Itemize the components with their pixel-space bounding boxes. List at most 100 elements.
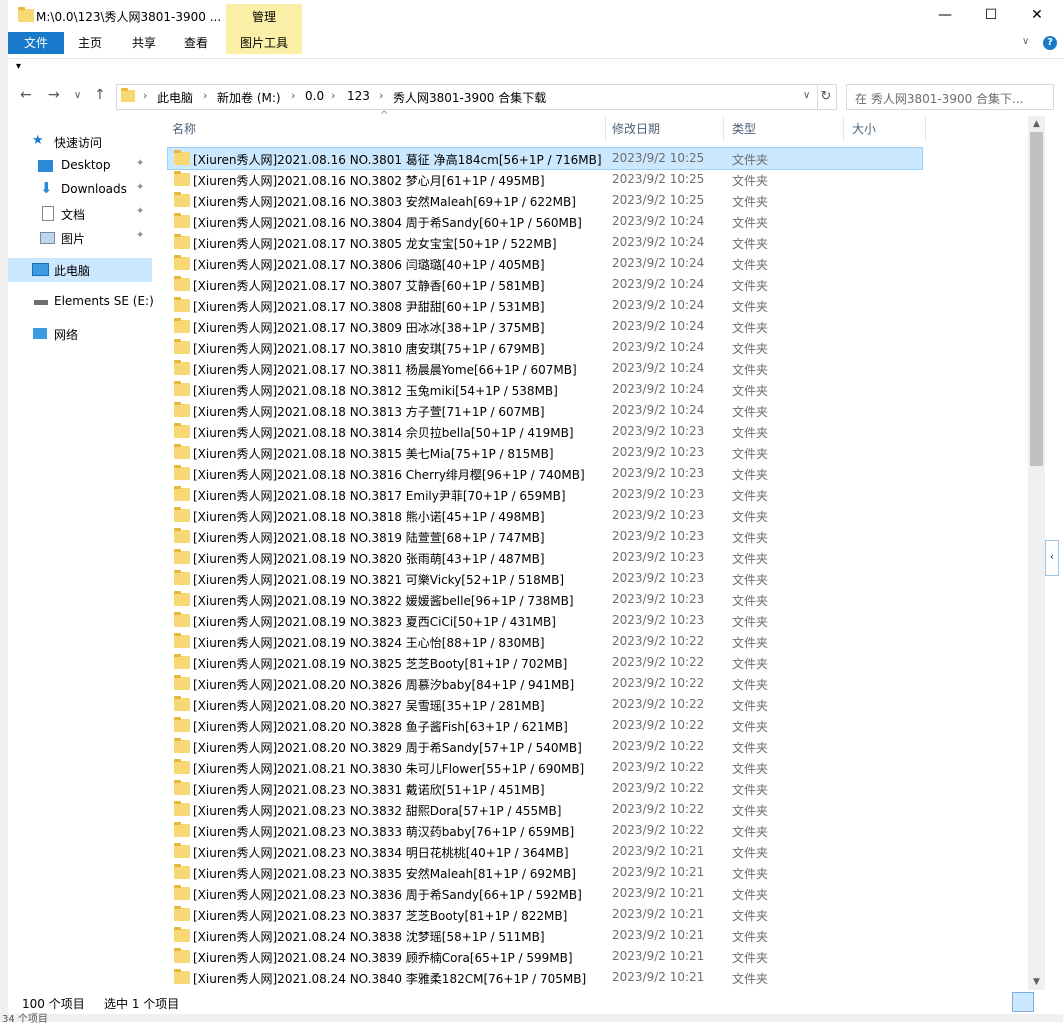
breadcrumb-this-pc[interactable]: 此电脑 xyxy=(157,89,193,106)
back-button[interactable]: ← xyxy=(20,87,32,103)
search-input[interactable]: 在 秀人网3801-3900 合集下... xyxy=(846,84,1054,110)
sidebar-item-downloads[interactable]: ⬇ Downloads ✦ xyxy=(8,178,152,202)
tab-home[interactable]: 主页 xyxy=(66,32,114,54)
table-row[interactable]: [Xiuren秀人网]2021.08.23 NO.3834 明日花桃桃[40+1… xyxy=(168,841,922,862)
breadcrumb-separator[interactable]: › xyxy=(143,89,147,102)
table-row[interactable]: [Xiuren秀人网]2021.08.24 NO.3839 顾乔楠Cora[65… xyxy=(168,946,922,967)
breadcrumb-folder-123[interactable]: 123 xyxy=(347,89,370,103)
vertical-scrollbar[interactable]: ▲ ▼ xyxy=(1028,116,1045,990)
recent-locations-button[interactable]: ∨ xyxy=(74,90,81,101)
forward-button[interactable]: → xyxy=(48,87,60,103)
table-row[interactable]: [Xiuren秀人网]2021.08.18 NO.3812 玉兔miki[54+… xyxy=(168,379,922,400)
table-row[interactable]: [Xiuren秀人网]2021.08.23 NO.3832 甜熙Dora[57+… xyxy=(168,799,922,820)
minimize-button[interactable]: — xyxy=(922,0,968,30)
table-row[interactable]: [Xiuren秀人网]2021.08.19 NO.3825 芝芝Booty[81… xyxy=(168,652,922,673)
column-name[interactable]: 名称 xyxy=(164,116,606,142)
table-row[interactable]: [Xiuren秀人网]2021.08.18 NO.3814 佘贝拉bella[5… xyxy=(168,421,922,442)
title-bar[interactable]: M:\0.0\123\秀人网3801-3900 ... 管理 — ☐ ✕ xyxy=(8,0,1063,32)
pin-icon[interactable]: ✦ xyxy=(136,182,144,193)
column-type[interactable]: 类型 xyxy=(724,116,844,142)
table-row[interactable]: [Xiuren秀人网]2021.08.20 NO.3826 周慕汐baby[84… xyxy=(168,673,922,694)
breadcrumb-current-folder[interactable]: 秀人网3801-3900 合集下载 xyxy=(393,89,546,106)
sidebar-item-pictures[interactable]: 图片 ✦ xyxy=(8,226,152,250)
table-row[interactable]: [Xiuren秀人网]2021.08.23 NO.3835 安然Maleah[8… xyxy=(168,862,922,883)
table-row[interactable]: [Xiuren秀人网]2021.08.19 NO.3824 王心怡[88+1P … xyxy=(168,631,922,652)
table-row[interactable]: [Xiuren秀人网]2021.08.16 NO.3802 梦心月[61+1P … xyxy=(168,169,922,190)
table-row[interactable]: [Xiuren秀人网]2021.08.16 NO.3803 安然Maleah[6… xyxy=(168,190,922,211)
column-size[interactable]: 大小 xyxy=(844,116,926,142)
pin-icon[interactable]: ✦ xyxy=(136,230,144,241)
table-row[interactable]: [Xiuren秀人网]2021.08.17 NO.3807 艾静香[60+1P … xyxy=(168,274,922,295)
breadcrumb-folder-00[interactable]: 0.0 xyxy=(305,89,324,103)
table-row[interactable]: [Xiuren秀人网]2021.08.18 NO.3816 Cherry绯月樱[… xyxy=(168,463,922,484)
table-row[interactable]: [Xiuren秀人网]2021.08.16 NO.3804 周于希Sandy[6… xyxy=(168,211,922,232)
table-row[interactable]: [Xiuren秀人网]2021.08.19 NO.3820 张雨萌[43+1P … xyxy=(168,547,922,568)
pin-icon[interactable]: ✦ xyxy=(136,206,144,217)
table-row[interactable]: [Xiuren秀人网]2021.08.17 NO.3805 龙女宝宝[50+1P… xyxy=(168,232,922,253)
table-row[interactable]: [Xiuren秀人网]2021.08.23 NO.3836 周于希Sandy[6… xyxy=(168,883,922,904)
table-row[interactable]: [Xiuren秀人网]2021.08.23 NO.3831 戴诺欣[51+1P … xyxy=(168,778,922,799)
tab-picture-tools[interactable]: 图片工具 xyxy=(226,32,302,54)
breadcrumb-separator[interactable]: › xyxy=(291,89,295,102)
sidebar-item-this-pc[interactable]: 此电脑 xyxy=(8,258,152,282)
ribbon-context-tab-manage[interactable]: 管理 xyxy=(226,4,302,30)
table-row[interactable]: [Xiuren秀人网]2021.08.23 NO.3833 萌汉药baby[76… xyxy=(168,820,922,841)
table-row[interactable]: [Xiuren秀人网]2021.08.24 NO.3838 沈梦瑶[58+1P … xyxy=(168,925,922,946)
file-date: 2023/9/2 10:25 xyxy=(612,193,705,207)
table-row[interactable]: [Xiuren秀人网]2021.08.18 NO.3818 熊小诺[45+1P … xyxy=(168,505,922,526)
table-row[interactable]: [Xiuren秀人网]2021.08.18 NO.3819 陆萱萱[68+1P … xyxy=(168,526,922,547)
tab-file[interactable]: 文件 xyxy=(8,32,64,54)
table-row[interactable]: [Xiuren秀人网]2021.08.17 NO.3810 唐安琪[75+1P … xyxy=(168,337,922,358)
address-bar[interactable]: › 此电脑 › 新加卷 (M:) › 0.0 › 123 › 秀人网3801-3… xyxy=(116,84,818,110)
breadcrumb-separator[interactable]: › xyxy=(331,89,335,102)
table-row[interactable]: [Xiuren秀人网]2021.08.19 NO.3822 媛媛酱belle[9… xyxy=(168,589,922,610)
file-type: 文件夹 xyxy=(732,909,769,923)
table-row[interactable]: [Xiuren秀人网]2021.08.24 NO.3840 李雅柔182CM[7… xyxy=(168,967,922,988)
large-icons-view-button[interactable] xyxy=(1036,992,1056,1010)
sidebar-item-network[interactable]: 网络 xyxy=(8,322,152,346)
column-date-modified[interactable]: 修改日期 xyxy=(604,116,724,142)
tab-view[interactable]: 查看 xyxy=(172,32,220,54)
details-pane-toggle[interactable]: ‹ xyxy=(1045,540,1059,576)
sidebar-item-elements-se[interactable]: Elements SE (E:) xyxy=(8,290,154,314)
table-row[interactable]: [Xiuren秀人网]2021.08.23 NO.3837 芝芝Booty[81… xyxy=(168,904,922,925)
table-row[interactable]: [Xiuren秀人网]2021.08.20 NO.3828 鱼子酱Fish[63… xyxy=(168,715,922,736)
folder-icon xyxy=(174,780,190,795)
table-row[interactable]: [Xiuren秀人网]2021.08.20 NO.3829 周于希Sandy[5… xyxy=(168,736,922,757)
sidebar-item-desktop[interactable]: Desktop ✦ xyxy=(8,154,152,178)
details-view-button[interactable] xyxy=(1012,992,1034,1012)
table-row[interactable]: [Xiuren秀人网]2021.08.18 NO.3815 美七Mia[75+1… xyxy=(168,442,922,463)
up-button[interactable]: ↑ xyxy=(94,87,106,103)
qat-dropdown-icon[interactable]: ▾ xyxy=(16,61,21,72)
refresh-button[interactable]: ↻ xyxy=(816,84,837,110)
breadcrumb-volume[interactable]: 新加卷 (M:) xyxy=(217,89,281,106)
breadcrumb-separator[interactable]: › xyxy=(203,89,207,102)
scrollbar-thumb[interactable] xyxy=(1030,132,1043,466)
close-button[interactable]: ✕ xyxy=(1014,0,1060,30)
table-row[interactable]: [Xiuren秀人网]2021.08.16 NO.3801 葛征 净高184cm… xyxy=(167,147,923,170)
pin-icon[interactable]: ✦ xyxy=(136,158,144,169)
file-date: 2023/9/2 10:24 xyxy=(612,403,705,417)
sidebar-item-documents[interactable]: 文档 ✦ xyxy=(8,202,152,226)
sidebar-item-quick-access[interactable]: ★ 快速访问 xyxy=(8,130,152,154)
table-row[interactable]: [Xiuren秀人网]2021.08.17 NO.3808 尹甜甜[60+1P … xyxy=(168,295,922,316)
folder-icon xyxy=(174,486,190,501)
table-row[interactable]: [Xiuren秀人网]2021.08.17 NO.3806 闫璐璐[40+1P … xyxy=(168,253,922,274)
help-icon[interactable]: ? xyxy=(1043,36,1057,50)
table-row[interactable]: [Xiuren秀人网]2021.08.19 NO.3821 可樂Vicky[52… xyxy=(168,568,922,589)
chevron-down-icon[interactable]: ∨ xyxy=(1022,36,1029,47)
table-row[interactable]: [Xiuren秀人网]2021.08.17 NO.3811 杨晨晨Yome[66… xyxy=(168,358,922,379)
table-row[interactable]: [Xiuren秀人网]2021.08.17 NO.3809 田冰冰[38+1P … xyxy=(168,316,922,337)
address-dropdown-icon[interactable]: ∨ xyxy=(803,90,810,101)
folder-icon xyxy=(174,171,190,186)
table-row[interactable]: [Xiuren秀人网]2021.08.20 NO.3827 吴雪瑶[35+1P … xyxy=(168,694,922,715)
maximize-button[interactable]: ☐ xyxy=(968,0,1014,30)
breadcrumb-separator[interactable]: › xyxy=(379,89,383,102)
scroll-up-icon[interactable]: ▲ xyxy=(1028,116,1045,132)
scroll-down-icon[interactable]: ▼ xyxy=(1028,974,1045,990)
table-row[interactable]: [Xiuren秀人网]2021.08.19 NO.3823 夏西CiCi[50+… xyxy=(168,610,922,631)
tab-share[interactable]: 共享 xyxy=(120,32,168,54)
table-row[interactable]: [Xiuren秀人网]2021.08.21 NO.3830 朱可儿Flower[… xyxy=(168,757,922,778)
table-row[interactable]: [Xiuren秀人网]2021.08.18 NO.3817 Emily尹菲[70… xyxy=(168,484,922,505)
table-row[interactable]: [Xiuren秀人网]2021.08.18 NO.3813 方子萱[71+1P … xyxy=(168,400,922,421)
